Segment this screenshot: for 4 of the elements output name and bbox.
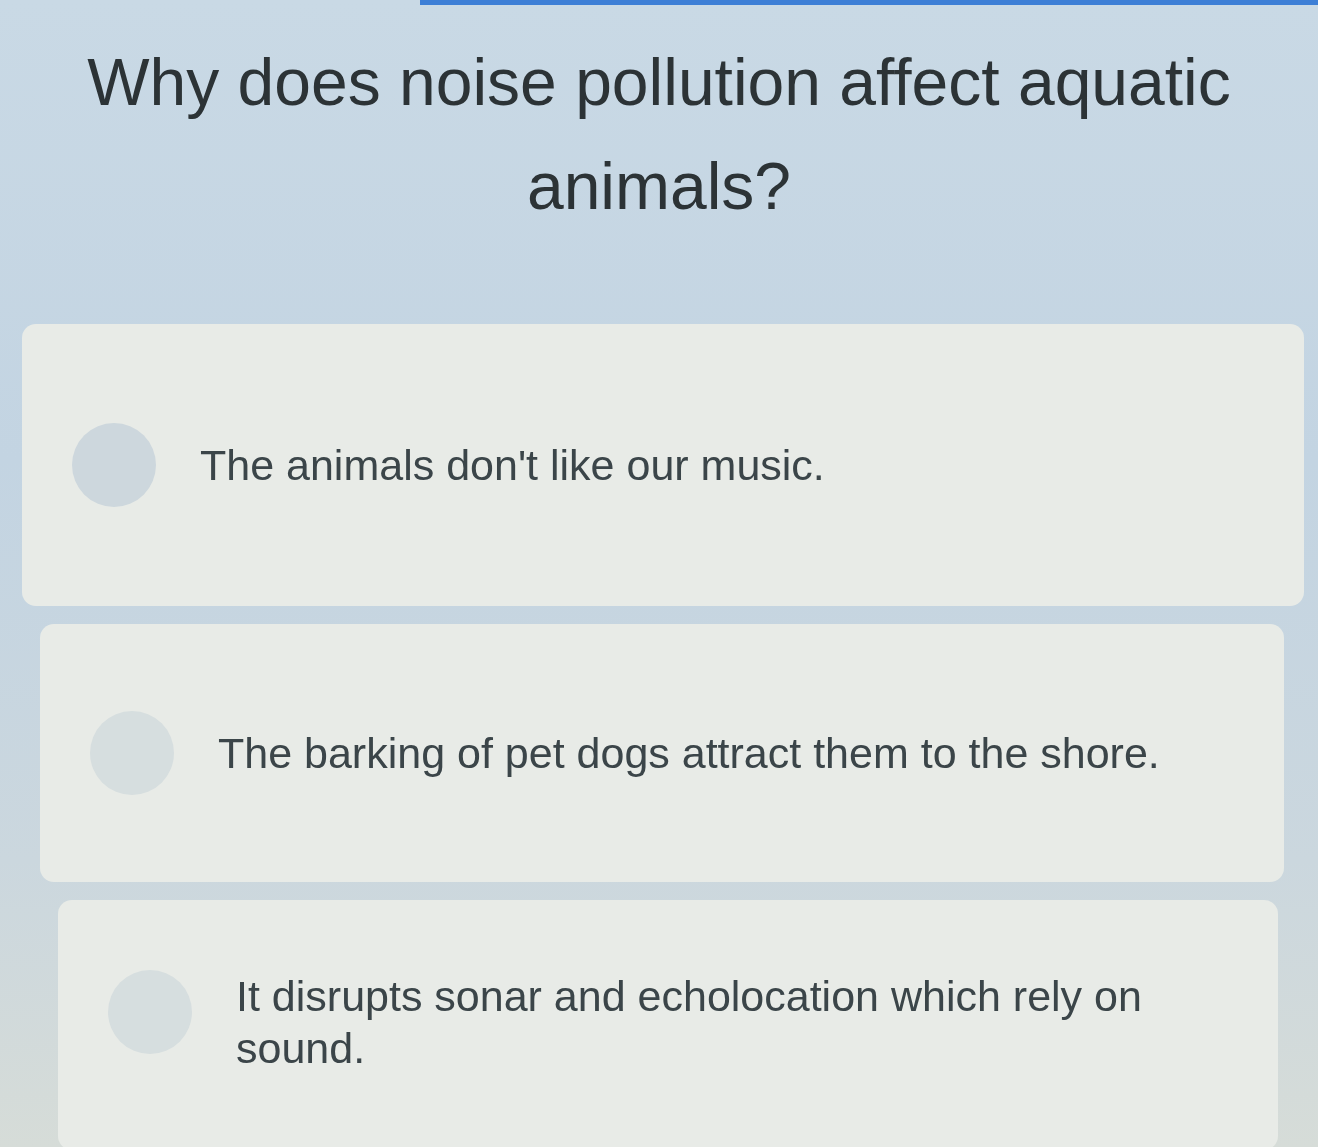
answer-option[interactable]: The barking of pet dogs attract them to the shore. [40, 624, 1284, 882]
answer-option[interactable]: It disrupts sonar and echolocation which rely on sound. [58, 900, 1278, 1147]
answer-option[interactable]: The animals don't like our music. [22, 324, 1304, 606]
question-text: Why does noise pollution affect aquatic animals? [86, 44, 1232, 225]
